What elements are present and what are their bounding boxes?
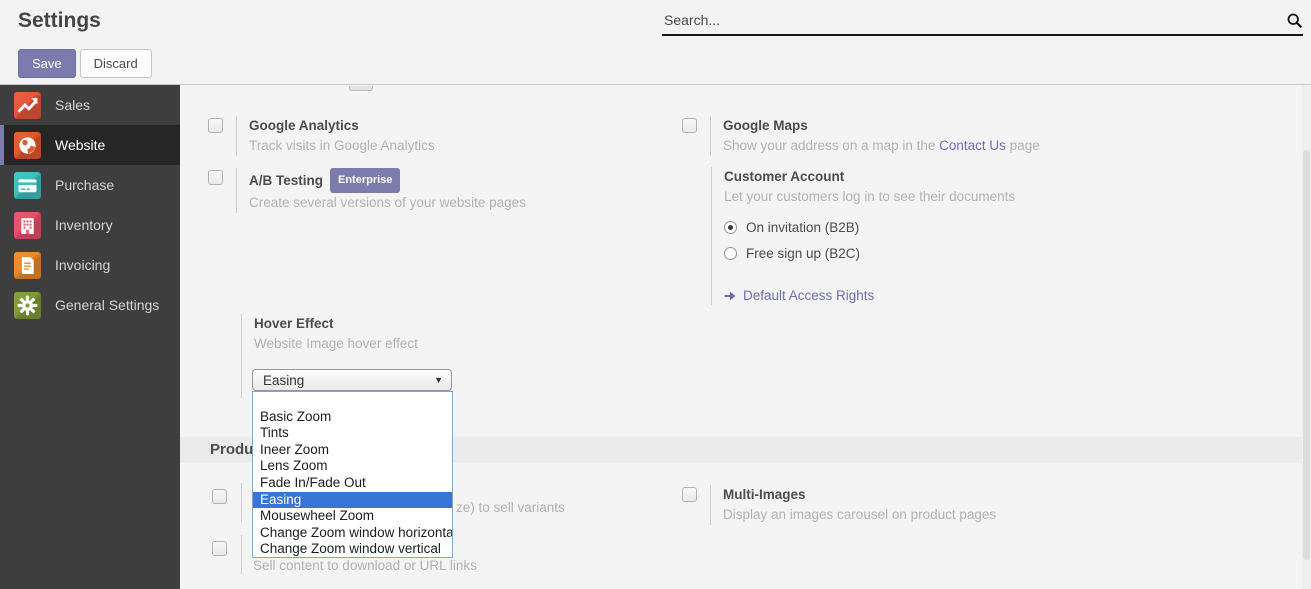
dropdown-option[interactable]: Tints bbox=[253, 425, 452, 442]
title-text: A/B Testing bbox=[249, 173, 323, 188]
dropdown-option[interactable]: Change Zoom window vertical bbox=[253, 541, 452, 558]
setting-description: Website Image hover effect bbox=[254, 334, 418, 354]
digital-content-checkbox[interactable] bbox=[212, 541, 227, 556]
setting-description: Track visits in Google Analytics bbox=[249, 136, 435, 156]
dropdown-option[interactable]: Basic Zoom bbox=[253, 409, 452, 426]
ab-testing-checkbox[interactable] bbox=[208, 170, 223, 185]
link-label[interactable]: Default Access Rights bbox=[743, 288, 874, 303]
sidebar-item-website[interactable]: Website bbox=[0, 125, 180, 165]
sidebar-item-purchase[interactable]: Purchase bbox=[0, 165, 180, 205]
default-access-rights-link[interactable]: Default Access Rights bbox=[724, 288, 1015, 303]
multi-images-checkbox[interactable] bbox=[682, 487, 697, 502]
dropdown-option-blank[interactable] bbox=[253, 392, 452, 409]
sidebar-item-inventory[interactable]: Inventory bbox=[0, 205, 180, 245]
digital-content-description: Sell content to download or URL links bbox=[253, 558, 477, 573]
scrollbar-thumb[interactable] bbox=[1303, 150, 1310, 560]
page-title: Settings bbox=[18, 9, 101, 33]
dropdown-option[interactable]: Lens Zoom bbox=[253, 458, 452, 475]
chevron-down-icon: ▼ bbox=[434, 375, 443, 385]
dropdown-option[interactable]: Fade In/Fade Out bbox=[253, 475, 452, 492]
setting-title: Multi-Images bbox=[723, 485, 996, 505]
description-text: Show your address on a map in the bbox=[723, 138, 939, 153]
building-icon bbox=[14, 212, 41, 239]
setting-title: Hover Effect bbox=[254, 314, 418, 334]
radio-selected-icon[interactable] bbox=[724, 221, 737, 234]
sidebar-item-invoicing[interactable]: Invoicing bbox=[0, 245, 180, 285]
hover-effect-select[interactable]: Easing ▼ bbox=[252, 369, 452, 391]
setting-title: Google Maps bbox=[723, 116, 1040, 136]
google-maps-checkbox[interactable] bbox=[682, 118, 697, 133]
setting-ab-testing: A/B Testing Enterprise Create several ver… bbox=[208, 168, 526, 213]
setting-title: Customer Account bbox=[724, 167, 1015, 187]
variants-description-fragment: ze) to sell variants bbox=[456, 500, 565, 515]
sidebar-item-label: Inventory bbox=[55, 217, 113, 233]
sidebar-item-label: Invoicing bbox=[55, 257, 110, 273]
description-text: page bbox=[1006, 138, 1040, 153]
header-bar: Settings Save Discard bbox=[0, 0, 1311, 85]
setting-multi-images: Multi-Images Display an images carousel … bbox=[682, 485, 996, 525]
search-input[interactable] bbox=[662, 6, 1303, 36]
radio-label: On invitation (B2B) bbox=[746, 220, 859, 235]
select-value: Easing bbox=[263, 373, 304, 388]
variants-checkbox[interactable] bbox=[212, 489, 227, 504]
toolbar: Save Discard bbox=[18, 49, 152, 78]
search-icon[interactable] bbox=[1286, 12, 1303, 34]
discard-button[interactable]: Discard bbox=[80, 49, 152, 78]
partial-scrolled-element bbox=[349, 86, 373, 91]
dropdown-option-highlighted[interactable]: Easing bbox=[253, 492, 452, 509]
setting-title: A/B Testing Enterprise bbox=[249, 168, 526, 193]
radio-unselected-icon[interactable] bbox=[724, 247, 737, 260]
sidebar-item-label: Website bbox=[55, 137, 105, 153]
setting-title: Google Analytics bbox=[249, 116, 435, 136]
setting-description: Display an images carousel on product pa… bbox=[723, 505, 996, 525]
app-sidebar: Sales Website Purchase Inventory Invoici… bbox=[0, 85, 180, 589]
setting-description: Create several versions of your website … bbox=[249, 193, 526, 213]
divider bbox=[241, 483, 242, 522]
radio-option-b2b[interactable]: On invitation (B2B) bbox=[724, 220, 1015, 235]
vertical-scrollbar[interactable] bbox=[1302, 85, 1311, 589]
globe-icon bbox=[14, 132, 41, 159]
gear-icon bbox=[14, 292, 41, 319]
arrow-right-icon bbox=[724, 290, 737, 302]
sales-chart-icon bbox=[14, 92, 41, 119]
radio-label: Free sign up (B2C) bbox=[746, 246, 860, 261]
hover-effect-dropdown: Basic Zoom Tints Ineer Zoom Lens Zoom Fa… bbox=[252, 391, 453, 558]
document-icon bbox=[14, 252, 41, 279]
setting-customer-account: Customer Account Let your customers log … bbox=[711, 167, 1015, 305]
dropdown-option[interactable]: Mousewheel Zoom bbox=[253, 508, 452, 525]
dropdown-option[interactable]: Ineer Zoom bbox=[253, 442, 452, 459]
dropdown-option[interactable]: Change Zoom window horizontal bbox=[253, 525, 452, 542]
sidebar-item-label: General Settings bbox=[55, 297, 159, 313]
radio-option-b2c[interactable]: Free sign up (B2C) bbox=[724, 246, 1015, 261]
setting-google-analytics: Google Analytics Track visits in Google … bbox=[208, 116, 435, 156]
setting-description: Show your address on a map in the Contac… bbox=[723, 136, 1040, 156]
sidebar-item-general-settings[interactable]: General Settings bbox=[0, 285, 180, 325]
google-analytics-checkbox[interactable] bbox=[208, 118, 223, 133]
search-bar bbox=[662, 6, 1303, 36]
enterprise-badge: Enterprise bbox=[330, 168, 400, 193]
sidebar-item-sales[interactable]: Sales bbox=[0, 85, 180, 125]
setting-description: Let your customers log in to see their d… bbox=[724, 187, 1015, 207]
contact-us-link[interactable]: Contact Us bbox=[939, 138, 1006, 153]
sidebar-item-label: Sales bbox=[55, 97, 90, 113]
save-button[interactable]: Save bbox=[18, 49, 76, 78]
divider bbox=[241, 535, 242, 574]
credit-card-icon bbox=[14, 172, 41, 199]
sidebar-item-label: Purchase bbox=[55, 177, 114, 193]
setting-google-maps: Google Maps Show your address on a map i… bbox=[682, 116, 1040, 156]
